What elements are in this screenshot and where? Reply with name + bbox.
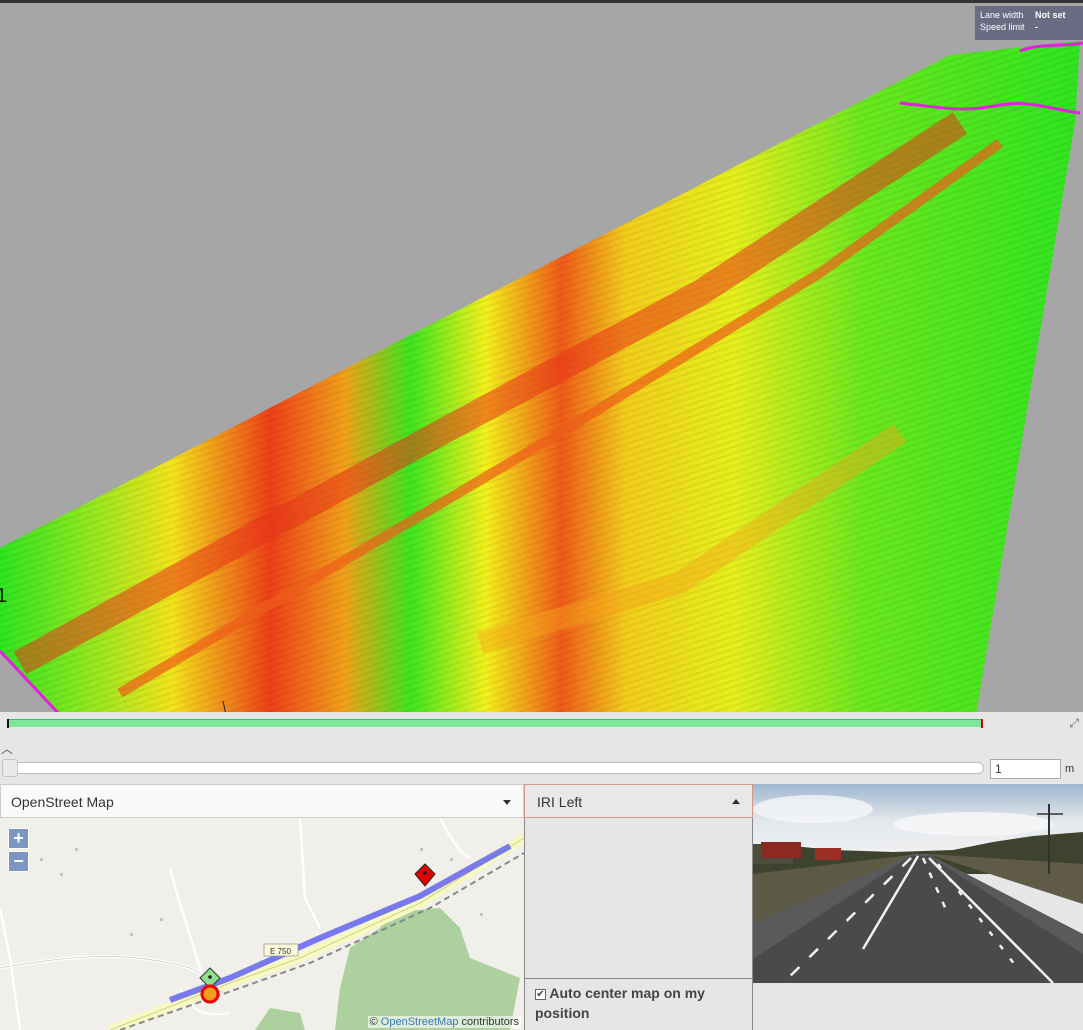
road-3d-viewport[interactable]: Lane width Not set Speed limit- 1 — [0, 0, 1083, 712]
metric-select[interactable]: IRI Left — [524, 784, 753, 818]
speed-limit-value: - — [1035, 22, 1038, 32]
chevron-down-icon — [503, 800, 511, 805]
bottom-panels: OpenStreet Map E 750 + − © OpenStreetMap… — [0, 784, 1083, 1030]
metric-selected: IRI Left — [537, 794, 583, 810]
lane-width-label: Lane width — [980, 10, 1024, 20]
speed-limit-label: Speed limit — [980, 22, 1025, 32]
chevron-up-icon[interactable]: ︿ — [1, 740, 13, 757]
track-end-marker — [981, 719, 983, 728]
attribution-link[interactable]: OpenStreetMap — [381, 1016, 459, 1028]
auto-center-option[interactable]: ✔ Auto center map on my position — [524, 978, 753, 1030]
map-tiles: E 750 — [0, 818, 524, 1030]
metric-dropdown-panel — [524, 818, 753, 978]
zoom-out-button[interactable]: − — [8, 851, 29, 872]
timeline-panel: ⤢ ︿ m — [0, 712, 1083, 784]
map-layer-selected: OpenStreet Map — [11, 794, 114, 810]
position-marker-label: 1 — [0, 585, 7, 608]
auto-center-checkbox[interactable]: ✔ — [535, 989, 546, 1000]
auto-center-label: Auto center map on my position — [535, 985, 705, 1021]
attribution-suffix: contributors — [461, 1016, 519, 1028]
distance-input[interactable] — [990, 759, 1061, 779]
road-surface-render — [0, 41, 1083, 712]
distance-slider[interactable] — [2, 759, 984, 777]
chevron-up-icon — [732, 799, 740, 804]
map-view[interactable]: E 750 + − © OpenStreetMap contributors — [0, 818, 524, 1030]
distance-unit-label: m — [1065, 763, 1075, 775]
lane-width-value: Not set — [1035, 10, 1066, 20]
attribution-prefix: © — [369, 1016, 378, 1028]
map-layer-select[interactable]: OpenStreet Map — [0, 784, 524, 818]
measurement-track-bar[interactable] — [7, 719, 983, 728]
expand-icon[interactable]: ⤢ — [1069, 716, 1079, 731]
road-info-panel: Lane width Not set Speed limit - — [975, 6, 1083, 40]
road-ref-label: E 750 — [270, 947, 291, 956]
zoom-in-button[interactable]: + — [8, 828, 29, 849]
track-start-marker — [7, 719, 9, 728]
map-attribution: © OpenStreetMap contributors — [367, 1016, 521, 1028]
slider-handle[interactable] — [2, 759, 18, 777]
camera-image — [753, 784, 1083, 983]
